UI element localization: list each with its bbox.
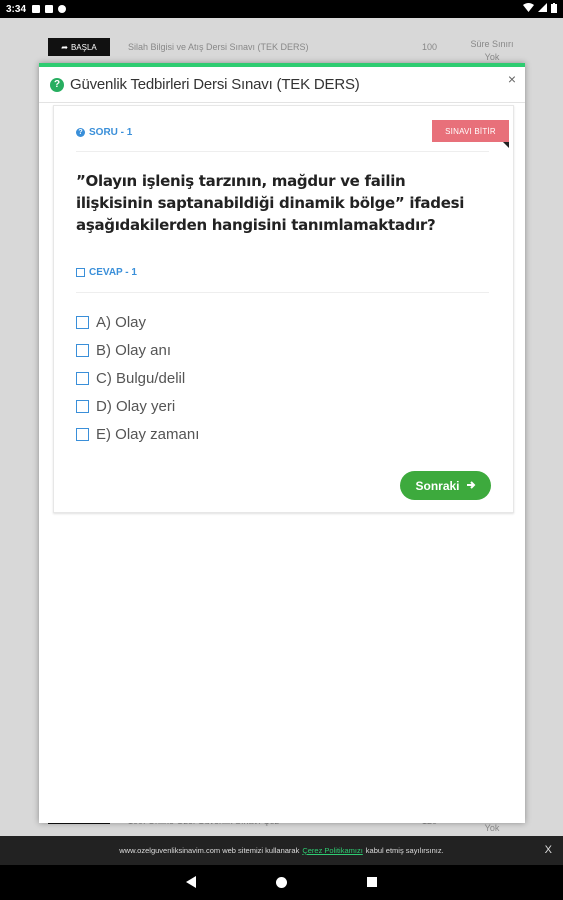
divider [76, 292, 489, 293]
option-label: A) Olay [96, 313, 147, 331]
cookie-text: kabul etmiş sayılırsınız. [365, 846, 444, 855]
cookie-policy-link[interactable]: Çerez Politikamızı [302, 846, 362, 855]
checkbox[interactable] [76, 399, 89, 413]
notification-icon [58, 5, 67, 13]
signal-icon [538, 3, 547, 15]
checkbox[interactable] [76, 427, 89, 441]
checkbox[interactable] [76, 315, 89, 329]
battery-icon [551, 2, 557, 16]
finish-exam-button[interactable]: SINAVI BİTİR [432, 120, 509, 142]
exam-time-limit: Süre Sınırı Yok [470, 39, 514, 62]
answer-options: A) Olay B) Olay anı C) Bulgu/delil D) Ol… [76, 308, 199, 448]
answer-option-a[interactable]: A) Olay [76, 308, 199, 336]
close-icon[interactable]: × [508, 71, 516, 87]
help-icon: ? [50, 77, 64, 92]
next-button[interactable]: Sonraki [400, 471, 491, 500]
edit-icon [76, 268, 85, 277]
checkbox[interactable] [76, 343, 89, 357]
home-icon[interactable] [276, 877, 287, 888]
share-icon: ➦ [61, 42, 68, 52]
question-text: ”Olayın işleniş tarzının, mağdur ve fail… [76, 172, 465, 234]
question-number: ? SORU - 1 [76, 127, 132, 138]
exam-time-limit: Yok [484, 823, 500, 833]
status-time: 3:34 [6, 3, 27, 15]
modal-header: ? Güvenlik Tedbirleri Dersi Sınavı (TEK … [39, 67, 525, 103]
option-label: B) Olay anı [96, 341, 172, 359]
recent-apps-icon[interactable] [367, 877, 377, 887]
checkbox[interactable] [76, 371, 89, 385]
exam-name: Silah Bilgisi ve Atış Dersi Sınavı (TEK … [128, 42, 309, 52]
option-label: D) Olay yeri [96, 397, 176, 415]
divider [76, 151, 489, 152]
status-bar: 3:34 [0, 0, 563, 18]
answer-option-d[interactable]: D) Olay yeri [76, 392, 199, 420]
exam-score: 100 [422, 42, 438, 52]
cookie-text: www.ozelguvenliksinavim.com web sitemizi… [119, 846, 300, 855]
arrow-right-icon [466, 479, 476, 493]
back-icon[interactable] [186, 876, 196, 888]
answer-label: CEVAP - 1 [76, 267, 137, 278]
modal-title: Güvenlik Tedbirleri Dersi Sınavı (TEK DE… [70, 76, 360, 93]
answer-option-e[interactable]: E) Olay zamanı [76, 420, 199, 448]
ribbon-fold [503, 142, 509, 148]
cookie-close-button[interactable]: X [545, 844, 552, 856]
notification-icon [32, 5, 41, 13]
navigation-bar [0, 865, 563, 900]
answer-option-b[interactable]: B) Olay anı [76, 336, 199, 364]
question-card: ? SORU - 1 SINAVI BİTİR ”Olayın işleniş … [53, 105, 514, 513]
cookie-bar: www.ozelguvenliksinavim.com web sitemizi… [0, 836, 563, 865]
option-label: E) Olay zamanı [96, 425, 200, 443]
question-icon: ? [76, 128, 85, 137]
start-button[interactable]: ➦ BAŞLA [48, 38, 110, 56]
answer-option-c[interactable]: C) Bulgu/delil [76, 364, 199, 392]
notification-icon [45, 5, 54, 13]
wifi-icon [523, 3, 534, 15]
exam-modal: ? Güvenlik Tedbirleri Dersi Sınavı (TEK … [39, 63, 525, 823]
option-label: C) Bulgu/delil [96, 369, 186, 387]
